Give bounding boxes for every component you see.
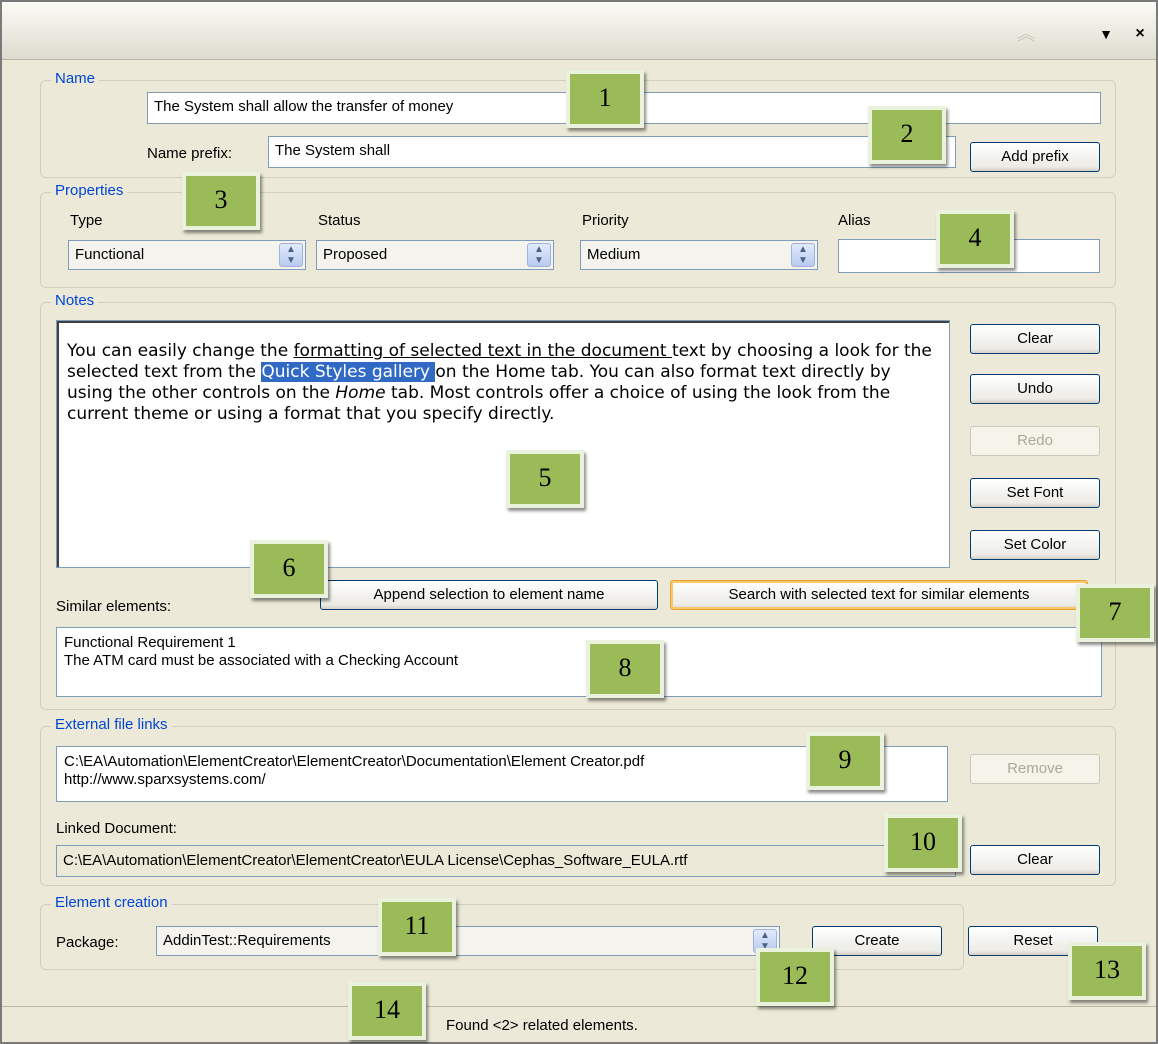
set-color-button[interactable]: Set Color — [970, 530, 1100, 560]
set-font-button[interactable]: Set Font — [970, 478, 1100, 508]
status-bar: Found <2> related elements. — [2, 1006, 1156, 1042]
status-text: Found <2> related elements. — [446, 1017, 638, 1034]
status-label: Status — [318, 212, 361, 229]
callout-14: 14 — [348, 982, 426, 1040]
notes-rich-text-editor[interactable]: You can easily change the formatting of … — [56, 320, 950, 568]
menu-down-icon[interactable]: ▼ — [1094, 22, 1118, 46]
spin-updown-icon[interactable]: ▲ ▼ — [279, 243, 303, 267]
alias-label: Alias — [838, 212, 871, 229]
collapse-up-icon[interactable]: ︽ — [1014, 22, 1038, 46]
spin-updown-icon[interactable]: ▲ ▼ — [791, 243, 815, 267]
properties-legend: Properties — [51, 182, 128, 199]
package-value: AddinTest::Requirements — [163, 932, 331, 949]
notes-selected-text: Quick Styles gallery — [261, 362, 436, 382]
callout-12: 12 — [756, 948, 834, 1006]
undo-button[interactable]: Undo — [970, 374, 1100, 404]
similar-elements-label: Similar elements: — [56, 598, 172, 615]
redo-button[interactable]: Redo — [970, 426, 1100, 456]
callout-3: 3 — [182, 172, 260, 230]
list-item[interactable]: The ATM card must be associated with a C… — [64, 652, 1094, 670]
linked-document-label: Linked Document: — [56, 820, 177, 837]
close-icon[interactable]: × — [1128, 22, 1152, 46]
element-creation-legend: Element creation — [51, 894, 172, 911]
callout-9: 9 — [806, 732, 884, 790]
callout-1: 1 — [566, 70, 644, 128]
notes-legend: Notes — [51, 292, 99, 309]
priority-select[interactable]: Medium ▲ ▼ — [580, 240, 818, 270]
similar-elements-list[interactable]: Functional Requirement 1 The ATM card mu… — [56, 627, 1102, 697]
callout-6: 6 — [250, 540, 328, 598]
append-selection-button[interactable]: Append selection to element name — [320, 580, 658, 610]
status-select[interactable]: Proposed ▲ ▼ — [316, 240, 554, 270]
priority-label: Priority — [582, 212, 629, 229]
type-label: Type — [70, 212, 103, 229]
title-bar: ︽ ▼ × — [2, 2, 1156, 60]
callout-5: 5 — [506, 450, 584, 508]
type-value: Functional — [75, 246, 145, 263]
add-prefix-button[interactable]: Add prefix — [970, 142, 1100, 172]
search-similar-button[interactable]: Search with selected text for similar el… — [670, 580, 1088, 610]
external-links-legend: External file links — [51, 716, 172, 733]
callout-7: 7 — [1076, 584, 1154, 642]
callout-11: 11 — [378, 898, 456, 956]
notes-italic-text: Home — [335, 383, 386, 403]
name-legend: Name — [51, 70, 100, 87]
spin-updown-icon[interactable]: ▲ ▼ — [527, 243, 551, 267]
package-label: Package: — [56, 934, 119, 951]
name-prefix-field[interactable]: The System shall — [268, 136, 956, 168]
linked-document-clear-button[interactable]: Clear — [970, 845, 1100, 875]
callout-10: 10 — [884, 814, 962, 872]
name-prefix-label: Name prefix: — [147, 145, 233, 162]
notes-underlined-text: formatting of selected text in the docum… — [293, 341, 672, 361]
status-value: Proposed — [323, 246, 388, 263]
callout-2: 2 — [868, 106, 946, 164]
callout-4: 4 — [936, 210, 1014, 268]
package-select[interactable]: AddinTest::Requirements ▲ ▼ — [156, 926, 780, 956]
notes-clear-button[interactable]: Clear — [970, 324, 1100, 354]
notes-text: You can easily change the — [67, 341, 294, 361]
callout-13: 13 — [1068, 942, 1146, 1000]
remove-link-button[interactable]: Remove — [970, 754, 1100, 784]
type-select[interactable]: Functional ▲ ▼ — [68, 240, 306, 270]
element-creator-window: ︽ ▼ × Name The System shall allow the tr… — [0, 0, 1158, 1044]
list-item[interactable]: Functional Requirement 1 — [64, 634, 1094, 652]
priority-value: Medium — [587, 246, 641, 263]
linked-document-field[interactable]: C:\EA\Automation\ElementCreator\ElementC… — [56, 845, 956, 877]
callout-8: 8 — [586, 640, 664, 698]
